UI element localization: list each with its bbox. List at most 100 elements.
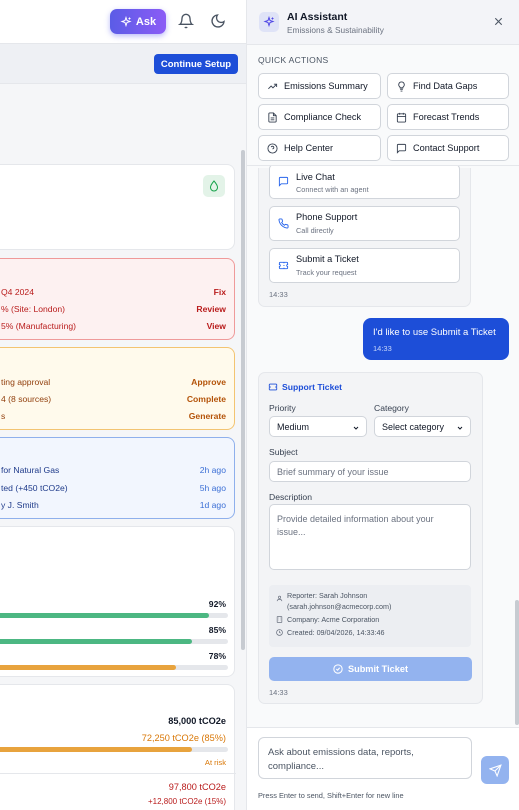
ticket-info-box: Reporter: Sarah Johnson (sarah.johnson@a… [269,585,471,647]
quick-actions-title: QUICK ACTIONS [258,55,329,65]
target-progress-track [0,747,228,752]
check-circle-icon [333,664,343,674]
ticket-icon [268,383,278,391]
message-timestamp: 14:33 [373,344,392,353]
targets-card: 85,000 tCO2e 72,250 tCO2e (85%) At risk … [0,684,236,810]
message-timestamp: 14:33 [269,290,288,299]
task-action-link[interactable]: Approve [191,377,226,387]
panel-subtitle: Emissions & Sustainability [287,25,384,35]
sparkle-icon [120,15,132,27]
progress-fill [0,639,193,644]
summary-card [0,164,235,250]
alert-text: % (Site: London) [1,304,66,314]
chat-icon [396,143,407,154]
critical-alerts-card: Q4 2024 Fix % (Site: London) Review 5% (… [0,258,235,340]
quick-action-compliance-check[interactable]: Compliance Check [258,104,381,130]
bell-icon[interactable] [178,13,194,29]
quick-action-label: Forecast Trends [413,112,480,122]
ticket-icon [278,261,289,270]
quick-action-emissions-summary[interactable]: Emissions Summary [258,73,381,99]
task-action-link[interactable]: Complete [187,394,226,404]
quick-action-find-data-gaps[interactable]: Find Data Gaps [387,73,509,99]
task-text: ting approval [1,377,51,387]
alert-action-link[interactable]: View [207,321,226,331]
input-hint: Press Enter to send, Shift+Enter for new… [258,791,404,800]
chat-input[interactable]: Ask about emissions data, reports, compl… [258,737,472,779]
send-button[interactable] [481,756,509,784]
task-action-link[interactable]: Generate [189,411,226,421]
option-subtitle: Track your request [296,268,357,277]
progress-track [0,613,228,618]
quick-action-label: Contact Support [413,143,480,153]
panel-header: AI Assistant Emissions & Sustainability [247,0,519,45]
panel-scrollbar[interactable] [515,600,519,725]
activity-time: 5h ago [199,483,226,493]
subject-input[interactable]: Brief summary of your issue [269,461,471,482]
chat-input-area: Ask about emissions data, reports, compl… [247,727,519,810]
chevron-down-icon [353,426,359,430]
close-icon[interactable] [493,16,504,27]
quick-action-help-center[interactable]: Help Center [258,135,381,161]
quick-action-label: Compliance Check [284,112,362,122]
lightbulb-icon [398,80,405,92]
task-text: s [1,411,6,421]
category-select[interactable]: Select category [374,416,471,437]
risk-status: At risk [204,758,226,767]
sparkle-icon [259,12,279,32]
description-textarea[interactable]: Provide detailed information about your … [269,504,471,570]
option-subtitle: Call directly [296,226,334,235]
continue-setup-button[interactable]: Continue Setup [154,54,238,74]
target-value: 85,000 tCO2e [168,716,226,726]
target-progress-fill [0,747,193,752]
submit-label: Submit Ticket [347,664,409,674]
reporter-email: (sarah.johnson@acmecorp.com) [287,602,392,611]
clock-icon [276,629,283,636]
activity-time: 1d ago [199,500,226,510]
submit-ticket-button[interactable]: Submit Ticket [269,657,472,681]
moon-icon[interactable] [210,13,226,29]
option-title: Submit a Ticket [296,254,359,264]
quick-action-forecast-trends[interactable]: Forecast Trends [387,104,509,130]
reporter-text: Reporter: Sarah Johnson [287,591,368,600]
support-ticket-form: Support Ticket Priority Category Medium … [258,372,483,704]
activity-text: ted (+450 tCO2e) [1,483,68,493]
priority-select[interactable]: Medium [269,416,367,437]
progress-track [0,665,228,670]
chat-input-placeholder: Ask about emissions data, reports, compl… [268,747,414,772]
user-icon [276,595,283,602]
priority-value: Medium [277,421,310,432]
support-option-ticket[interactable]: Submit a Ticket Track your request [269,248,460,283]
alert-text: 5% (Manufacturing) [1,321,76,331]
chevron-down-icon [456,424,464,432]
projected-value: 97,800 tCO2e [168,782,226,792]
document-icon [268,111,277,123]
created-text: Created: 09/04/2026, 14:33:46 [287,628,385,637]
divider [247,165,519,166]
chat-icon [278,176,289,187]
pending-tasks-card: ting approval Approve 4 (8 sources) Comp… [0,347,235,430]
panel-title: AI Assistant [287,11,348,23]
progress-track [0,639,228,644]
message-timestamp: 14:33 [269,688,288,697]
progress-label: 92% [208,599,226,609]
support-option-live-chat[interactable]: Live Chat Connect with an agent [269,166,460,199]
main-scrollbar[interactable] [241,150,245,650]
top-bar: Ask [0,0,246,44]
progress-fill [0,613,210,618]
quick-action-contact-support[interactable]: Contact Support [387,135,509,161]
send-icon [488,763,502,777]
progress-label: 85% [208,625,226,635]
category-placeholder: Select category [382,421,445,432]
description-placeholder: Provide detailed information about your … [277,514,434,537]
alert-action-link[interactable]: Fix [214,287,226,297]
alert-action-link[interactable]: Review [196,304,226,314]
activity-text: for Natural Gas [1,465,60,475]
ask-ai-button[interactable]: Ask [110,9,166,34]
activity-time: 2h ago [199,465,226,475]
drop-icon [203,175,225,197]
quick-action-label: Find Data Gaps [413,81,478,91]
option-title: Live Chat [296,172,335,182]
ask-label: Ask [135,15,157,28]
support-option-phone[interactable]: Phone Support Call directly [269,206,460,241]
projected-delta: +12,800 tCO2e (15%) [147,797,226,806]
